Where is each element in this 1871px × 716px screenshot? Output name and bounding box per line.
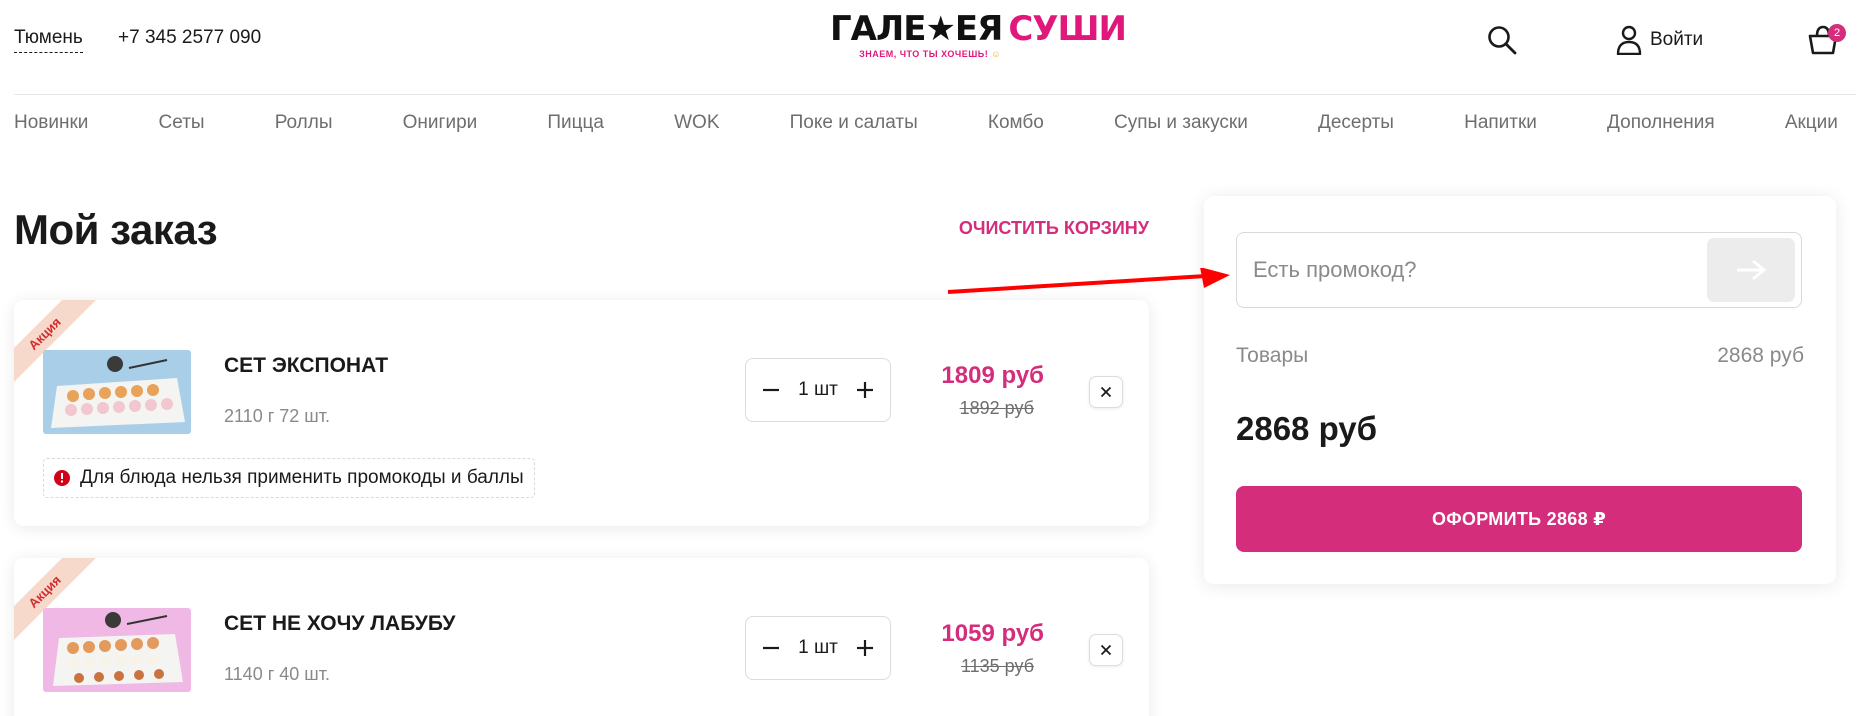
city-selector[interactable]: Тюмень <box>14 27 83 53</box>
promo-restriction-notice: Для блюда нельзя применить промокоды и б… <box>43 458 535 498</box>
nav-item-sets[interactable]: Сеты <box>159 112 205 134</box>
arrow-right-icon <box>1737 259 1767 281</box>
header-divider <box>14 94 1856 95</box>
checkout-button[interactable]: ОФОРМИТЬ 2868 ₽ <box>1236 486 1802 552</box>
cart-count-badge: 2 <box>1828 24 1846 42</box>
product-old-price: 1135 руб <box>960 656 1034 676</box>
close-icon <box>1100 644 1112 656</box>
search-button[interactable] <box>1486 24 1518 56</box>
info-icon <box>54 470 70 486</box>
nav-item-desserts[interactable]: Десерты <box>1318 112 1394 134</box>
product-image <box>43 608 191 692</box>
nav-item-rolls[interactable]: Роллы <box>275 112 333 134</box>
notice-text: Для блюда нельзя применить промокоды и б… <box>80 467 524 488</box>
login-label: Войти <box>1650 29 1704 50</box>
nav-item-wok[interactable]: WOK <box>674 112 719 134</box>
remove-item-button[interactable] <box>1089 376 1123 408</box>
product-image <box>43 350 191 434</box>
product-price: 1809 руб <box>941 362 1044 389</box>
goods-value: 2868 руб <box>1717 344 1804 367</box>
sushi-set-image <box>43 350 191 434</box>
logo-text-right: СУШИ <box>1008 9 1127 49</box>
logo-text-left: ГАЛЕ★ЕЯ <box>830 9 1003 49</box>
nav-item-soups[interactable]: Супы и закуски <box>1114 112 1248 134</box>
login-button[interactable]: Войти <box>1616 24 1703 56</box>
goods-label: Товары <box>1236 344 1309 367</box>
site-header: Тюмень +7 345 2577 090 ГАЛЕ★ЕЯ СУШИ ЗНАЕМ… <box>0 0 1871 80</box>
order-summary-panel: Товары 2868 руб 2868 руб ОФОРМИТЬ 2868 ₽ <box>1204 196 1836 584</box>
sushi-set-image <box>43 608 191 692</box>
minus-icon[interactable] <box>758 377 784 403</box>
quantity-stepper: 1 шт <box>745 616 891 680</box>
apply-promo-button[interactable] <box>1707 238 1795 302</box>
quantity-value: 1 шт <box>798 379 838 400</box>
cart-button[interactable]: 2 <box>1806 22 1846 58</box>
nav-item-extras[interactable]: Дополнения <box>1607 112 1715 134</box>
nav-item-onigiri[interactable]: Онигири <box>403 112 478 134</box>
clear-cart-button[interactable]: ОЧИСТИТЬ КОРЗИНУ <box>959 218 1149 239</box>
annotation-arrow <box>947 268 1230 294</box>
cart-item-card: Акция СЕТ ЭКСПОНАТ 2110 г 72 шт. 1 шт 18… <box>14 300 1149 526</box>
category-nav: Новинки Сеты Роллы Онигири Пицца WOK Пок… <box>14 112 1838 134</box>
quantity-value: 1 шт <box>798 637 838 658</box>
promo-code-field <box>1236 232 1802 308</box>
phone-link[interactable]: +7 345 2577 090 <box>118 27 261 49</box>
nav-item-pizza[interactable]: Пицца <box>547 112 604 134</box>
logo-tagline: ЗНАЕМ, ЧТО ТЫ ХОЧЕШЬ! <box>859 49 989 59</box>
page-title: Мой заказ <box>14 206 218 253</box>
order-total: 2868 руб <box>1236 410 1378 447</box>
product-name[interactable]: СЕТ ЭКСПОНАТ <box>224 354 388 378</box>
product-name[interactable]: СЕТ НЕ ХОЧУ ЛАБУБУ <box>224 612 455 636</box>
plus-icon[interactable] <box>852 377 878 403</box>
smile-icon: ☺ <box>991 49 1001 59</box>
quantity-stepper: 1 шт <box>745 358 891 422</box>
product-weight: 1140 г 40 шт. <box>224 664 330 684</box>
remove-item-button[interactable] <box>1089 634 1123 666</box>
minus-icon[interactable] <box>758 635 784 661</box>
product-weight: 2110 г 72 шт. <box>224 406 330 426</box>
nav-item-drinks[interactable]: Напитки <box>1464 112 1537 134</box>
site-logo[interactable]: ГАЛЕ★ЕЯ СУШИ ЗНАЕМ, ЧТО ТЫ ХОЧЕШЬ! ☺ <box>830 9 1127 66</box>
promo-code-input[interactable] <box>1253 247 1693 293</box>
product-old-price: 1892 руб <box>959 398 1034 418</box>
plus-icon[interactable] <box>852 635 878 661</box>
cart-item-card: Акция СЕТ НЕ ХОЧУ ЛАБУБУ 1140 г 40 шт. 1… <box>14 558 1149 716</box>
nav-item-new[interactable]: Новинки <box>14 112 88 134</box>
product-price: 1059 руб <box>941 620 1044 647</box>
search-icon <box>1488 26 1517 55</box>
nav-item-promos[interactable]: Акции <box>1785 112 1838 134</box>
nav-item-poke[interactable]: Поке и салаты <box>790 112 918 134</box>
user-icon <box>1616 25 1642 55</box>
nav-item-combo[interactable]: Комбо <box>988 112 1044 134</box>
close-icon <box>1100 386 1112 398</box>
